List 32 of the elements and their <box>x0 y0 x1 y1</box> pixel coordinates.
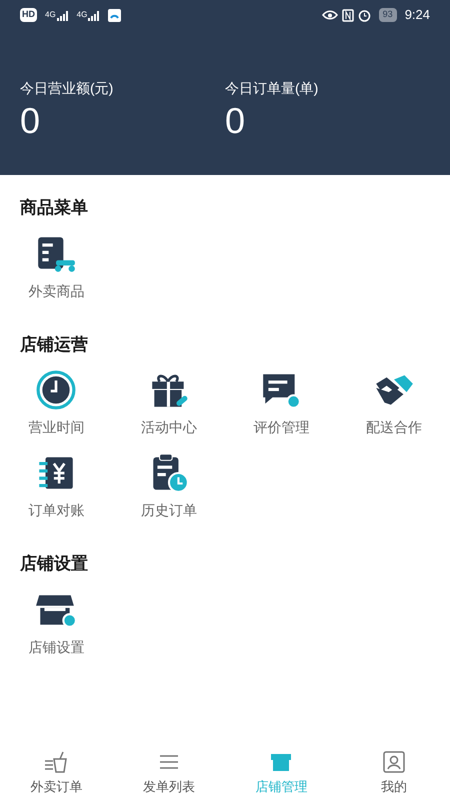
nav-tab[interactable]: 外卖订单 <box>0 742 112 800</box>
nfc-icon <box>342 8 354 22</box>
stat-label: 今日订单量(单) <box>225 79 320 98</box>
menu-item[interactable]: 评价管理 <box>225 369 338 438</box>
section-title: 店铺设置 <box>18 553 89 575</box>
clock-icon <box>35 369 78 411</box>
menu-item[interactable]: 订单对账 <box>0 452 112 521</box>
status-time: 9:24 <box>404 6 430 24</box>
menu-item[interactable]: 活动中心 <box>112 369 225 438</box>
hd-indicator: HD <box>20 8 37 22</box>
signal-icon <box>88 11 100 21</box>
menu-item[interactable]: 店铺设置 <box>0 588 112 658</box>
stat-value: 0 <box>225 99 246 143</box>
battery-level: 93 <box>378 8 397 22</box>
menu-item[interactable]: 配送合作 <box>338 369 450 438</box>
network-label: 4G <box>76 9 88 21</box>
person-icon <box>382 750 406 772</box>
section-title: 商品菜单 <box>19 197 89 219</box>
nav-tab[interactable]: 我的 <box>338 742 450 800</box>
stat-value: 0 <box>20 99 42 143</box>
cup-icon <box>44 750 68 772</box>
section-title: 店铺运营 <box>18 334 89 356</box>
eye-icon <box>322 10 338 20</box>
menu-item[interactable]: 营业时间 <box>0 369 112 438</box>
network-label: 4G <box>45 9 56 21</box>
nav-tab[interactable]: 发单列表 <box>112 742 225 800</box>
stat-label: 今日营业额(元) <box>20 79 114 98</box>
signal-icon <box>56 11 69 21</box>
menu-item[interactable]: 历史订单 <box>112 452 225 521</box>
alarm-icon <box>358 8 371 22</box>
app-notification-icon <box>108 8 122 22</box>
menu-item[interactable]: 外卖商品 <box>0 232 112 302</box>
